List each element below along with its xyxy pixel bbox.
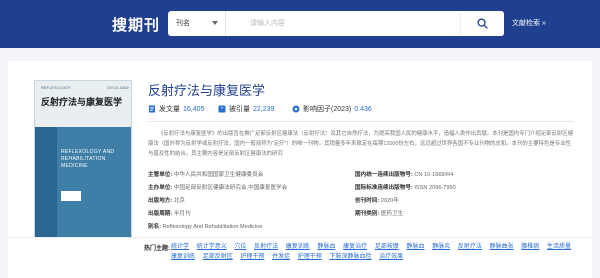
hot-topic-tag[interactable]: 反射疗法 (254, 244, 278, 250)
divider (148, 121, 574, 122)
top-nav-bar: 搜期刊 刊名 文献检索 » (0, 0, 600, 48)
journal-title: 反射疗法与康复医学 (148, 83, 266, 98)
stat-impact-value: 0.436 (354, 105, 372, 113)
search-button[interactable] (460, 11, 504, 36)
hot-topic-tag[interactable]: 康复治疗 (343, 244, 367, 250)
search-bar: 刊名 (168, 11, 504, 36)
hot-topic-tag[interactable]: 并发症 (272, 254, 290, 260)
hot-topic-tag[interactable]: 静脉炎 (432, 244, 450, 250)
hot-topic-tag[interactable]: 静脉血 (407, 244, 425, 250)
hot-topic-tag[interactable]: 康复训练 (171, 254, 195, 260)
journal-introduction: 《反射疗法与康复医学》的出版旨在推广足部反射区健康法（反射疗法）及其它自然疗法，… (148, 131, 574, 157)
journal-cover-image: REFLEXOLOGY CN 10-1669 反射疗法与康复医学 REFLEXO… (34, 80, 132, 258)
search-icon (477, 18, 488, 29)
hot-topics-bar: 热门主题: 统计学 统计学意义 穴位 反射疗法 康复训练 静脉血 康复治疗 足部… (8, 237, 592, 278)
advanced-search-link[interactable]: 文献检索 » (512, 18, 546, 28)
hot-topic-tag[interactable]: 统计学 (171, 244, 189, 250)
stat-impact-factor: 影响因子(2023) 0.436 (292, 104, 372, 114)
hot-topic-tag[interactable]: 康复训练 (286, 244, 310, 250)
hot-topic-tag[interactable]: 腰椎病 (521, 244, 539, 250)
hot-topic-tag[interactable]: 静脉血 (317, 244, 335, 250)
hot-topic-tag[interactable]: 护理干预 (298, 254, 322, 260)
info-alias: 别名: Reflexology And Rehabilitation Medic… (148, 224, 263, 230)
impact-icon (292, 105, 300, 113)
hot-topic-tag[interactable]: 下肢深静脉血栓 (329, 254, 371, 260)
search-scope-select[interactable]: 刊名 (168, 11, 226, 36)
cover-label-box (61, 191, 81, 201)
info-cn-number: 国内统一连续出版物号: CN 10-1669/R4 (355, 172, 454, 178)
hot-topic-tag[interactable]: 穴位 (234, 244, 246, 250)
search-input[interactable] (228, 11, 460, 36)
search-scope-value: 刊名 (176, 20, 190, 27)
hot-topic-tag[interactable]: 反射疗法 (458, 244, 482, 250)
info-location: 出版地方: 北京 (148, 198, 186, 204)
cover-title: 反射疗法与康复医学 (41, 98, 123, 108)
stat-citations: ” 被引量 22,239 (218, 104, 274, 114)
info-host: 主办单位: 中国足部反射区健康法研究会,中国康复医学会 (148, 185, 288, 191)
hot-topics-label: 热门主题: (144, 246, 170, 252)
info-founded: 创刊时间: 2020年 (355, 198, 399, 204)
stat-articles: 发文量 16,405 (148, 104, 204, 114)
hot-topic-tag[interactable]: 足部反射区 (203, 254, 233, 260)
site-brand[interactable]: 搜期刊 (112, 14, 160, 35)
stat-impact-label: 影响因子(2023) (303, 106, 352, 113)
cover-english-title: REFLEXOLOGY AND REHABILITATION MEDICINE (61, 149, 115, 169)
quote-icon: ” (218, 105, 226, 113)
stat-citations-label: 被引量 (229, 106, 250, 113)
journal-stats: 发文量 16,405 ” 被引量 22,239 影响因子(2023) 0.436 (148, 104, 574, 118)
hot-topics-list: 统计学 统计学意义 穴位 反射疗法 康复训练 静脉血 康复治疗 足部按摩 静脉血… (171, 242, 583, 262)
info-issn: 国际标准连续出版物号: ISSN 2096-7950 (355, 185, 456, 191)
document-icon (149, 105, 155, 113)
info-sponsor: 主管单位: 中华人民共和国国家卫生健康委员会 (148, 172, 264, 178)
info-category: 期刊类别: 医药卫生 (355, 211, 404, 217)
chevron-down-icon (212, 21, 218, 25)
hot-topic-tag[interactable]: 足部按摩 (375, 244, 399, 250)
stat-articles-label: 发文量 (159, 106, 180, 113)
hot-topic-tag[interactable]: 统计学意义 (197, 244, 227, 250)
hot-topic-tag[interactable]: 生活质量 (547, 244, 571, 250)
journal-detail-card: REFLEXOLOGY CN 10-1669 反射疗法与康复医学 REFLEXO… (8, 61, 592, 278)
hot-topic-tag[interactable]: 静脉曲张 (490, 244, 514, 250)
hot-topic-tag[interactable]: 护理干预 (240, 254, 264, 260)
svg-text:”: ” (220, 106, 223, 113)
stat-articles-value: 16,405 (183, 105, 205, 113)
stat-citations-value: 22,239 (253, 105, 275, 113)
cover-top-right-text: CN 10-1669 (107, 85, 129, 90)
cover-top-left-text: REFLEXOLOGY (41, 85, 71, 90)
info-frequency: 出版周期: 半月刊 (148, 211, 191, 217)
hot-topic-tag[interactable]: 治疗效果 (379, 254, 403, 260)
